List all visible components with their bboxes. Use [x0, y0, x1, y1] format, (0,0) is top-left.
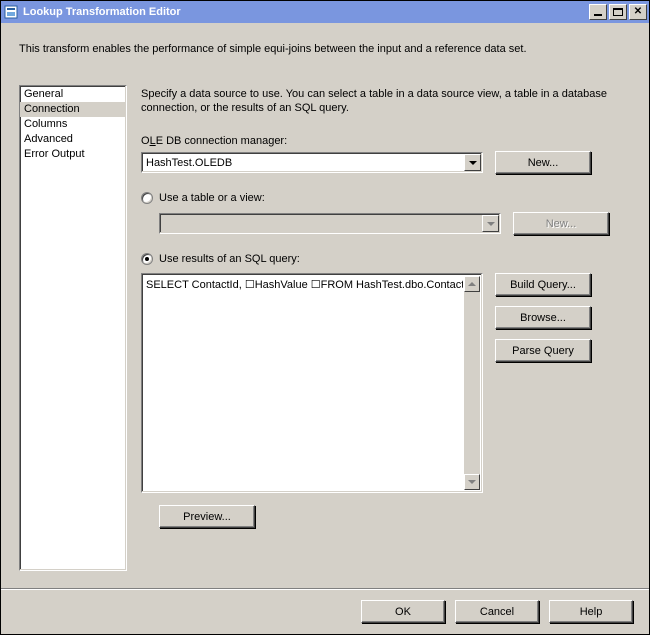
window-controls: ✕ — [587, 4, 647, 20]
use-sql-label: Use results of an SQL query: — [159, 253, 300, 265]
app-icon — [3, 4, 19, 20]
minimize-button[interactable] — [589, 4, 607, 20]
use-table-radio-row[interactable]: Use a table or a view: — [141, 192, 635, 204]
chevron-down-icon — [482, 215, 499, 232]
new-connection-button[interactable]: New... — [495, 151, 591, 174]
use-table-radio[interactable] — [141, 192, 153, 204]
sql-query-text: SELECT ContactId, ☐HashValue ☐FROM HashT… — [144, 276, 463, 490]
sidebar-item-error-output[interactable]: Error Output — [20, 147, 126, 162]
sidebar-item-advanced[interactable]: Advanced — [20, 132, 126, 147]
scroll-up-icon[interactable] — [464, 276, 480, 292]
scroll-down-icon[interactable] — [464, 474, 480, 490]
build-query-button[interactable]: Build Query... — [495, 273, 591, 296]
help-button[interactable]: Help — [549, 600, 633, 623]
use-sql-radio[interactable] — [141, 253, 153, 265]
transform-description: This transform enables the performance o… — [1, 23, 649, 85]
sql-query-textarea[interactable]: SELECT ContactId, ☐HashValue ☐FROM HashT… — [141, 273, 483, 493]
dialog-buttons: OK Cancel Help — [1, 588, 649, 634]
body: General Connection Columns Advanced Erro… — [1, 85, 649, 588]
oledb-connection-value: HashTest.OLEDB — [142, 157, 463, 169]
sidebar-item-connection[interactable]: Connection — [20, 102, 126, 117]
oledb-label-pre: O — [141, 135, 150, 147]
content-panel: Specify a data source to use. You can se… — [141, 85, 635, 588]
close-button[interactable]: ✕ — [629, 4, 647, 20]
scrollbar[interactable] — [464, 276, 480, 490]
instructions-text: Specify a data source to use. You can se… — [141, 87, 635, 115]
oledb-label: OLE DB connection manager: — [141, 135, 635, 147]
page-list: General Connection Columns Advanced Erro… — [19, 85, 127, 571]
sidebar-item-general[interactable]: General — [20, 87, 126, 102]
window-title: Lookup Transformation Editor — [23, 6, 587, 18]
new-table-button: New... — [513, 212, 609, 235]
window-frame: Lookup Transformation Editor ✕ This tran… — [0, 0, 650, 635]
parse-query-button[interactable]: Parse Query — [495, 339, 591, 362]
browse-button[interactable]: Browse... — [495, 306, 591, 329]
oledb-label-post: E DB connection manager: — [156, 135, 287, 147]
use-sql-radio-row[interactable]: Use results of an SQL query: — [141, 253, 635, 265]
chevron-down-icon[interactable] — [464, 154, 481, 171]
table-combo — [159, 213, 501, 234]
ok-button[interactable]: OK — [361, 600, 445, 623]
oledb-connection-combo[interactable]: HashTest.OLEDB — [141, 152, 483, 173]
preview-button[interactable]: Preview... — [159, 505, 255, 528]
sidebar-item-columns[interactable]: Columns — [20, 117, 126, 132]
use-table-label: Use a table or a view: — [159, 192, 265, 204]
cancel-button[interactable]: Cancel — [455, 600, 539, 623]
maximize-button[interactable] — [609, 4, 627, 20]
titlebar[interactable]: Lookup Transformation Editor ✕ — [1, 1, 649, 23]
